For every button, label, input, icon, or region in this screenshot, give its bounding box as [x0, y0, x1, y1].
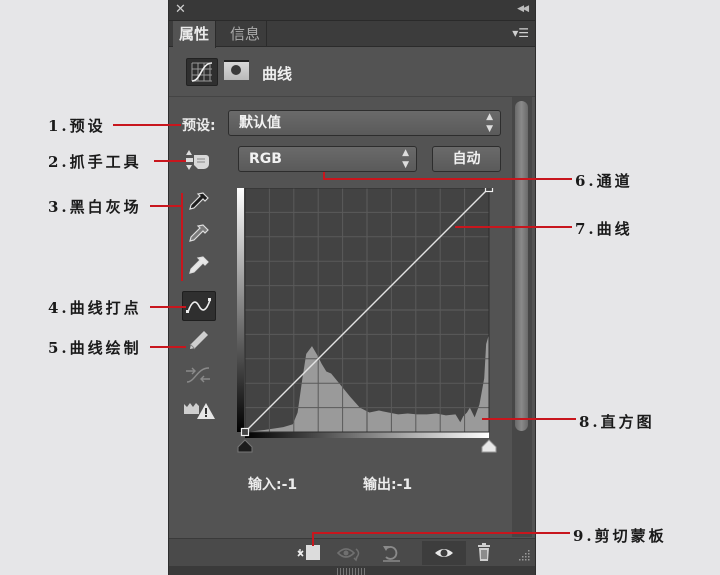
annotation-line-curve-draw	[150, 346, 186, 348]
preset-select[interactable]: 默认值 ▲ ▼	[228, 110, 501, 136]
panel-titlebar: ✕ ◀◀	[169, 0, 535, 21]
scrollbar[interactable]	[512, 97, 532, 537]
resize-grip-icon[interactable]	[517, 549, 531, 563]
annotation-clip-mask: 9.剪切蒙板	[573, 527, 667, 545]
annotation-histogram: 8.直方图	[579, 413, 655, 431]
input-readout: 输入:-1	[248, 474, 297, 494]
output-value: -1	[396, 477, 413, 493]
annotation-line-curve	[455, 226, 572, 228]
annotation-preset: 1.预设	[48, 117, 106, 135]
annotation-curve-draw: 5.曲线绘制	[48, 339, 142, 357]
input-label: 输入:	[248, 477, 282, 493]
double-chevron-left-icon[interactable]: ◀◀	[517, 4, 529, 14]
output-gradient-bar	[237, 188, 244, 432]
histogram-warning-icon[interactable]	[182, 398, 216, 424]
eyedropper-black-icon[interactable]	[185, 190, 215, 216]
eye-toggle-icon[interactable]	[335, 541, 365, 565]
channel-select[interactable]: RGB ▲ ▼	[238, 146, 417, 172]
annotation-line-preset	[113, 124, 181, 126]
updown-arrows-icon: ▲ ▼	[402, 148, 409, 170]
annotation-line-hand-tool	[154, 160, 186, 162]
annotation-bracket-eyedroppers	[181, 193, 183, 281]
layer-mask-icon[interactable]	[224, 60, 249, 80]
curves-graph-svg[interactable]	[237, 183, 497, 460]
updown-arrows-icon: ▲ ▼	[486, 112, 493, 134]
annotation-line-eyedroppers	[150, 205, 182, 207]
eyedropper-white-icon[interactable]	[185, 254, 215, 280]
tab-info[interactable]: 信息	[224, 21, 268, 47]
curve-point-1	[240, 427, 250, 437]
tab-bar: 属性 信息 ▾☰	[169, 21, 535, 48]
preset-label: 预设:	[182, 118, 216, 134]
annotation-line-histogram	[482, 418, 576, 420]
clip-mask-icon[interactable]	[294, 541, 324, 565]
eye-icon[interactable]	[422, 541, 466, 565]
output-readout: 输出:-1	[363, 474, 412, 494]
annotation-line-clip-mask	[313, 532, 570, 534]
output-label: 输出:	[363, 477, 397, 493]
close-icon[interactable]: ✕	[175, 2, 186, 18]
adjustment-title: 曲线	[262, 65, 293, 83]
properties-panel: ✕ ◀◀ 属性 信息 ▾☰ 曲线 预设: 默认值 ▲▼ RGB ▲▼ 自动	[168, 0, 536, 575]
white-point-slider[interactable]	[481, 439, 497, 453]
bottom-toolbar	[169, 538, 535, 566]
annotation-line-channel	[324, 178, 572, 180]
curves-adjustment-icon[interactable]	[186, 58, 218, 86]
annotation-tick-channel	[323, 172, 325, 180]
smooth-curve-icon[interactable]	[183, 362, 213, 388]
footer-resize-handle[interactable]	[337, 568, 367, 575]
trash-icon[interactable]	[469, 541, 499, 565]
tab-properties[interactable]: 属性	[173, 21, 217, 48]
scrollbar-thumb[interactable]	[515, 101, 528, 431]
panel-footer	[169, 566, 535, 575]
adjustment-header: 曲线	[169, 47, 535, 97]
annotation-eyedroppers: 3.黑白灰场	[48, 198, 142, 216]
hand-updown-icon[interactable]	[183, 147, 213, 173]
eyedropper-gray-icon[interactable]	[185, 222, 215, 248]
panel-menu-icon[interactable]: ▾☰	[512, 26, 529, 40]
annotation-line-curve-points	[150, 306, 186, 308]
annotation-channel: 6.通道	[575, 172, 633, 190]
input-gradient-bar	[245, 432, 489, 438]
reset-icon[interactable]	[377, 541, 407, 565]
auto-button[interactable]: 自动	[432, 146, 501, 172]
input-value: -1	[281, 477, 298, 493]
annotation-curve-points: 4.曲线打点	[48, 299, 142, 317]
annotation-curve: 7.曲线	[575, 220, 633, 238]
annotation-tick-clip-mask	[312, 532, 314, 546]
curve-points-icon[interactable]	[182, 291, 216, 321]
annotation-hand-tool: 2.抓手工具	[48, 153, 142, 171]
black-point-slider[interactable]	[237, 439, 253, 453]
channel-value: RGB	[249, 151, 282, 167]
pencil-icon[interactable]	[185, 328, 215, 354]
curve-point-2	[484, 183, 494, 193]
curves-graph[interactable]	[237, 183, 497, 464]
preset-value: 默认值	[239, 115, 281, 131]
